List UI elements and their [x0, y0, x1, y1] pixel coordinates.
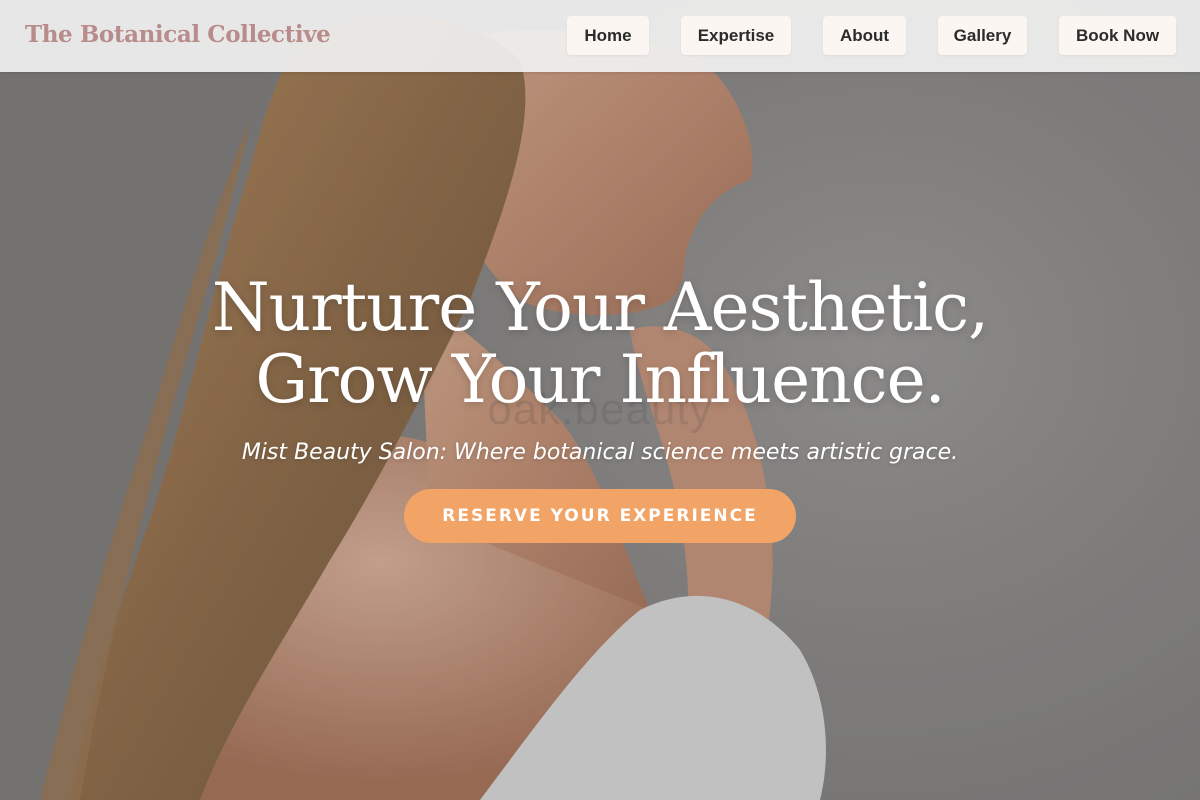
nav-expertise-button[interactable]: Expertise	[681, 16, 791, 55]
brand-logo-text[interactable]: The Botanical Collective	[25, 21, 331, 48]
hero-headline: Nurture Your Aesthetic, Grow Your Influe…	[0, 272, 1200, 416]
nav-home-button[interactable]: Home	[567, 16, 649, 55]
hero-headline-line-1: Nurture Your Aesthetic,	[211, 269, 989, 346]
site-header: The Botanical Collective Home Expertise …	[0, 0, 1200, 72]
hero-tagline: Mist Beauty Salon: Where botanical scien…	[241, 440, 959, 465]
page: The Botanical Collective Home Expertise …	[0, 0, 1200, 800]
nav-about-button[interactable]: About	[823, 16, 906, 55]
reserve-experience-button[interactable]: RESERVE YOUR EXPERIENCE	[404, 489, 796, 543]
nav-gallery-button[interactable]: Gallery	[938, 16, 1027, 55]
hero-headline-line-2: Grow Your Influence.	[255, 341, 945, 418]
nav-book-now-button[interactable]: Book Now	[1059, 16, 1176, 55]
